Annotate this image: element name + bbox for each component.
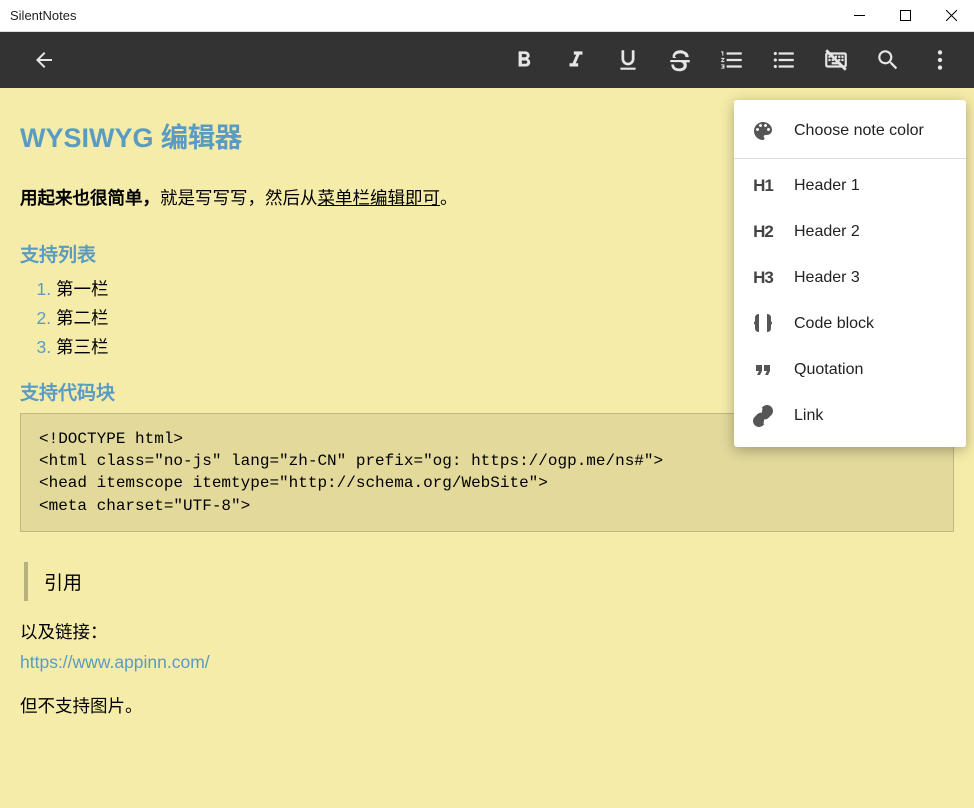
h2-icon: H2 [748, 222, 778, 242]
menu-item-label: Header 1 [794, 177, 860, 195]
header3-item[interactable]: H3 Header 3 [734, 255, 966, 301]
keyboard-off-button[interactable] [810, 32, 862, 88]
bold-button[interactable] [498, 32, 550, 88]
format-dropdown-menu: Choose note color H1 Header 1 H2 Header … [734, 100, 966, 447]
strikethrough-button[interactable] [654, 32, 706, 88]
menu-item-label: Quotation [794, 361, 863, 379]
underline-button[interactable] [602, 32, 654, 88]
window-titlebar: SilentNotes [0, 0, 974, 32]
blockquote: 引用 [24, 562, 954, 601]
window-maximize-button[interactable] [882, 0, 928, 32]
unordered-list-button[interactable] [758, 32, 810, 88]
menu-item-label: Code block [794, 315, 874, 333]
more-menu-button[interactable] [914, 32, 966, 88]
braces-icon [748, 312, 778, 336]
link-label: 以及链接： [20, 619, 954, 644]
link-icon [748, 404, 778, 428]
window-controls [836, 0, 974, 32]
link-url[interactable]: https://www.appinn.com/ [20, 652, 954, 673]
palette-icon [748, 119, 778, 143]
menu-separator [734, 158, 966, 159]
quotation-item[interactable]: Quotation [734, 347, 966, 393]
ordered-list-button[interactable] [706, 32, 758, 88]
search-button[interactable] [862, 32, 914, 88]
choose-color-item[interactable]: Choose note color [734, 108, 966, 154]
menu-item-label: Choose note color [794, 122, 924, 140]
back-button[interactable] [18, 32, 70, 88]
editor-toolbar [0, 32, 974, 88]
quote-text: 引用 [44, 573, 82, 594]
h3-icon: H3 [748, 268, 778, 288]
link-item[interactable]: Link [734, 393, 966, 439]
window-minimize-button[interactable] [836, 0, 882, 32]
text-plain: 。 [440, 188, 458, 208]
menu-item-label: Header 3 [794, 269, 860, 287]
code-block-item[interactable]: Code block [734, 301, 966, 347]
note-editor[interactable]: WYSIWYG 编辑器 用起来也很简单，就是写写写，然后从菜单栏编辑即可。 支持… [0, 88, 974, 808]
text-bold: 用起来也很简单， [20, 188, 160, 208]
window-close-button[interactable] [928, 0, 974, 32]
no-image-text: 但不支持图片。 [20, 693, 954, 718]
menu-item-label: Header 2 [794, 223, 860, 241]
h1-icon: H1 [748, 176, 778, 196]
text-plain: 就是写写写，然后从 [160, 188, 318, 208]
header1-item[interactable]: H1 Header 1 [734, 163, 966, 209]
text-underline: 菜单栏编辑即可 [318, 188, 441, 208]
menu-item-label: Link [794, 407, 823, 425]
header2-item[interactable]: H2 Header 2 [734, 209, 966, 255]
italic-button[interactable] [550, 32, 602, 88]
quote-icon [748, 358, 778, 382]
window-title: SilentNotes [0, 8, 836, 23]
